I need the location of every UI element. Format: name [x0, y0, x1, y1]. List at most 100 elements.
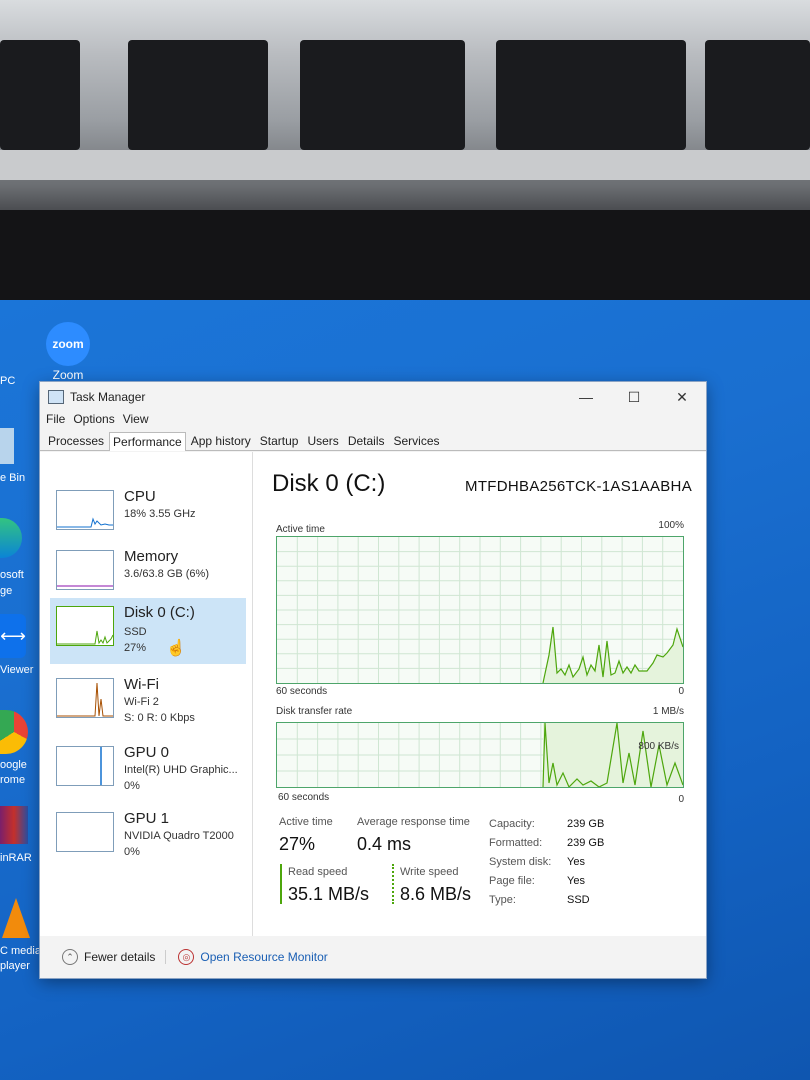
desktop-icon-label[interactable]: osoft: [0, 569, 24, 581]
write-speed-marker: [392, 864, 394, 904]
vlc-icon[interactable]: [2, 898, 30, 938]
fewer-details-button[interactable]: ⌃ Fewer details: [62, 949, 155, 965]
system-disk-label: System disk:: [489, 856, 552, 868]
background-monitor: [496, 40, 686, 150]
teamviewer-icon[interactable]: ⟷: [0, 614, 26, 658]
system-disk-value: Yes: [567, 856, 585, 868]
footer-divider: [165, 950, 167, 964]
menu-options[interactable]: Options: [73, 412, 114, 430]
recycle-bin-icon[interactable]: [0, 428, 14, 464]
gpu1-thumbnail-graph: [56, 812, 114, 852]
sidebar-item-cpu[interactable]: CPU 18% 3.55 GHz: [50, 482, 246, 548]
footer-bar: ⌃ Fewer details ◎ Open Resource Monitor: [40, 936, 706, 978]
resource-monitor-icon: ◎: [178, 949, 195, 965]
sidebar-item-gpu-1[interactable]: GPU 1 NVIDIA Quadro T2000 0%: [50, 804, 246, 870]
tab-processes[interactable]: Processes: [44, 431, 108, 450]
sidebar-item-detail: 3.6/63.8 GB (6%): [124, 568, 209, 580]
chevron-up-icon: ⌃: [62, 949, 78, 965]
write-speed-label: Write speed: [400, 866, 459, 878]
desktop-icon-label[interactable]: PC: [0, 375, 15, 387]
response-time-value: 0.4 ms: [357, 834, 412, 854]
active-time-graph-timespan: 60 seconds: [276, 686, 328, 697]
winrar-icon[interactable]: [0, 806, 28, 844]
formatted-value: 239 GB: [567, 837, 605, 849]
gpu0-thumbnail-graph: [56, 746, 114, 786]
transfer-rate-graph-timespan: 60 seconds: [278, 792, 330, 803]
sidebar-item-detail: NVIDIA Quadro T2000: [124, 830, 234, 842]
menu-file[interactable]: File: [46, 412, 65, 430]
tab-startup[interactable]: Startup: [256, 431, 303, 450]
tab-bar: Processes Performance App history Startu…: [40, 430, 706, 451]
sidebar-item-usage: 0%: [124, 780, 140, 792]
memory-thumbnail-graph: [56, 550, 114, 590]
tab-services[interactable]: Services: [390, 431, 444, 450]
sidebar-item-wifi[interactable]: Wi-Fi Wi-Fi 2 S: 0 R: 0 Kbps: [50, 670, 246, 736]
tab-performance[interactable]: Performance: [109, 432, 186, 451]
read-speed-value: 35.1 MB/s: [288, 884, 370, 904]
desktop-icon-zoom[interactable]: zoom Zoom: [44, 322, 92, 382]
page-file-value: Yes: [567, 875, 585, 887]
capacity-label: Capacity:: [489, 818, 535, 830]
write-speed-value: 8.6 MB/s: [400, 884, 472, 904]
sidebar-item-detail: SSD: [124, 626, 147, 638]
tab-details[interactable]: Details: [344, 431, 389, 450]
menu-view[interactable]: View: [123, 412, 149, 430]
transfer-rate-graph: 800 KB/s: [276, 722, 684, 788]
desktop-icon-label[interactable]: Viewer: [0, 664, 33, 676]
window-title: Task Manager: [70, 390, 146, 404]
close-button[interactable]: ✕: [658, 382, 706, 412]
sidebar-item-gpu-0[interactable]: GPU 0 Intel(R) UHD Graphic... 0%: [50, 738, 246, 804]
hand-cursor-icon: ☝: [166, 640, 186, 657]
task-manager-icon: [48, 390, 64, 404]
desktop-icon-label[interactable]: ge: [0, 585, 12, 597]
formatted-label: Formatted:: [489, 837, 543, 849]
sidebar-item-usage: 0%: [124, 846, 140, 858]
sidebar-item-detail: 18% 3.55 GHz: [124, 508, 196, 520]
disk-title: Disk 0 (C:): [272, 470, 386, 497]
desktop-icon-label[interactable]: inRAR: [0, 852, 32, 864]
active-time-graph-min: 0: [678, 686, 684, 697]
open-resource-monitor-link[interactable]: ◎ Open Resource Monitor: [178, 949, 328, 965]
transfer-rate-inner-scale: 800 KB/s: [638, 741, 679, 752]
background-monitor: [128, 40, 268, 150]
desktop-icon-label[interactable]: oogle: [0, 759, 27, 771]
sidebar-item-label: CPU: [124, 488, 156, 505]
desktop-icon-label[interactable]: e Bin: [0, 472, 25, 484]
shelf: [0, 150, 810, 180]
maximize-button[interactable]: ☐: [610, 382, 658, 412]
type-value: SSD: [567, 894, 590, 906]
active-time-value: 27%: [279, 834, 316, 854]
active-time-graph: [276, 536, 684, 684]
performance-panel: CPU 18% 3.55 GHz Memory 3.6/63.8 GB (6%)…: [40, 452, 706, 936]
tab-users[interactable]: Users: [303, 431, 342, 450]
background-monitor: [705, 40, 810, 150]
desktop-icon-label[interactable]: C media: [0, 945, 41, 957]
sidebar-item-usage: S: 0 R: 0 Kbps: [124, 712, 195, 724]
background-monitor: [300, 40, 465, 150]
open-resource-monitor-label: Open Resource Monitor: [200, 950, 328, 964]
desktop-icon-label[interactable]: rome: [0, 774, 25, 786]
sidebar-item-label: Disk 0 (C:): [124, 604, 195, 621]
page-file-label: Page file:: [489, 875, 535, 887]
sidebar-item-detail: Intel(R) UHD Graphic...: [124, 764, 238, 776]
cpu-thumbnail-graph: [56, 490, 114, 530]
active-time-graph-label: Active time: [276, 524, 325, 535]
disk-model: MTFDHBA256TCK-1AS1AABHA: [465, 478, 692, 495]
sidebar-item-detail: Wi-Fi 2: [124, 696, 159, 708]
sidebar-item-usage: 27%: [124, 642, 147, 654]
task-manager-window: Task Manager — ☐ ✕ File Options View Pro…: [40, 382, 706, 978]
wifi-thumbnail-graph: [56, 678, 114, 718]
desktop-icon-label[interactable]: player: [0, 960, 30, 972]
type-label: Type:: [489, 894, 516, 906]
fewer-details-label: Fewer details: [84, 950, 156, 964]
sidebar-item-label: GPU 1: [124, 810, 170, 827]
minimize-button[interactable]: —: [562, 382, 610, 412]
tab-app-history[interactable]: App history: [187, 431, 255, 450]
transfer-rate-graph-label: Disk transfer rate: [276, 706, 353, 717]
active-time-label: Active time: [279, 816, 333, 828]
sidebar-item-disk-0[interactable]: Disk 0 (C:) SSD 27% ☝: [50, 598, 246, 664]
disk-detail-pane: Disk 0 (C:) MTFDHBA256TCK-1AS1AABHA Acti…: [272, 452, 692, 936]
title-bar[interactable]: Task Manager — ☐ ✕: [40, 382, 706, 412]
sidebar-item-label: Wi-Fi: [124, 676, 159, 693]
resource-sidebar: CPU 18% 3.55 GHz Memory 3.6/63.8 GB (6%)…: [40, 452, 253, 936]
